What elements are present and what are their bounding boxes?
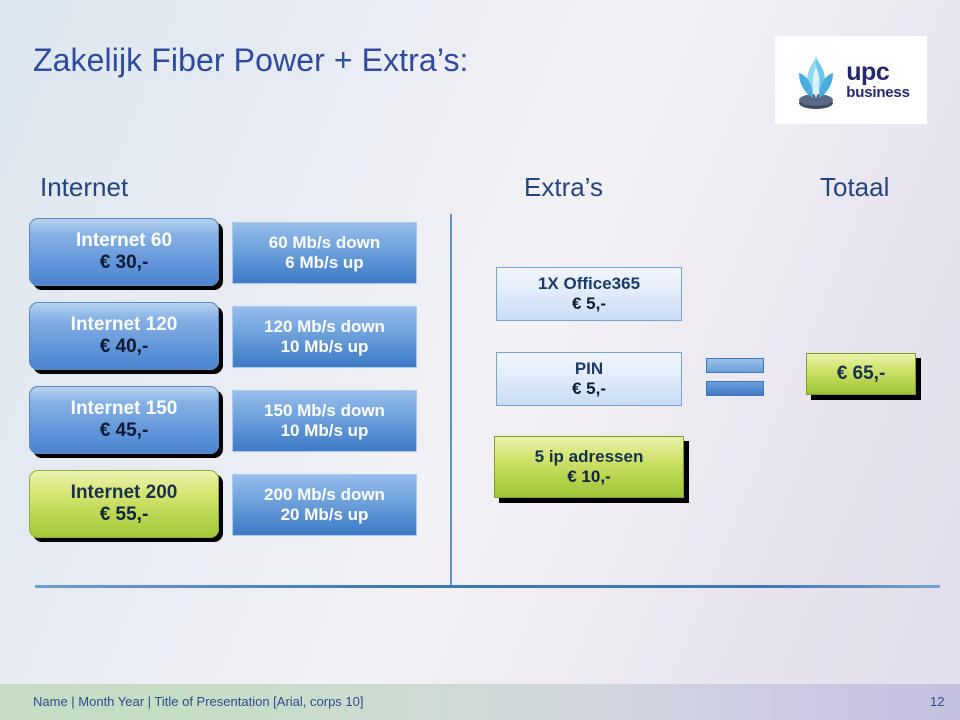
extra-name: 5 ip adressen [534, 446, 644, 466]
lotus-flower-icon [799, 55, 834, 109]
plan-price: € 45,- [99, 420, 149, 441]
extra-box-ip-adressen[interactable]: 5 ip adressen € 10,- [494, 436, 684, 498]
speed-up: 6 Mb/s up [285, 253, 364, 272]
logo-brand: upc [846, 57, 890, 86]
equals-bar-top [706, 358, 764, 373]
extra-price: € 5,- [571, 294, 607, 313]
total-amount-box[interactable]: € 65,- [806, 353, 916, 395]
page-title: Zakelijk Fiber Power + Extra’s: [33, 42, 469, 78]
speed-up: 10 Mb/s up [280, 337, 369, 356]
speed-down: 60 Mb/s down [268, 232, 381, 252]
plan-price: € 55,- [99, 504, 149, 525]
plan-name: Internet 120 [70, 313, 178, 335]
speed-down: 120 Mb/s down [264, 316, 385, 336]
speed-box-internet-60: 60 Mb/s down 6 Mb/s up [232, 222, 417, 284]
speed-down: 150 Mb/s down [264, 400, 385, 420]
equals-bar-bottom [706, 381, 764, 396]
logo-subbrand: business [846, 84, 910, 102]
extra-box-office365[interactable]: 1X Office365 € 5,- [496, 267, 682, 321]
plan-box-internet-200[interactable]: Internet 200 € 55,- [29, 470, 219, 538]
column-header-totaal: Totaal [820, 172, 890, 202]
plan-price: € 30,- [99, 252, 149, 273]
horizontal-divider [35, 585, 940, 588]
total-amount: € 65,- [836, 362, 886, 384]
logo-wordmark: upc business [846, 57, 910, 102]
plan-price: € 40,- [99, 336, 149, 357]
equals-sign-icon [706, 358, 764, 398]
plan-box-internet-120[interactable]: Internet 120 € 40,- [29, 302, 219, 370]
plan-name: Internet 200 [70, 481, 178, 503]
extra-name: 1X Office365 [537, 273, 641, 293]
speed-up: 10 Mb/s up [280, 421, 369, 440]
speed-up: 20 Mb/s up [280, 505, 369, 524]
footer-text: Name | Month Year | Title of Presentatio… [33, 694, 364, 709]
speed-box-internet-150: 150 Mb/s down 10 Mb/s up [232, 390, 417, 452]
slide-canvas: Zakelijk Fiber Power + Extra’s: upc busi… [0, 0, 960, 720]
footer-page-number: 12 [930, 694, 945, 709]
plan-name: Internet 150 [70, 397, 178, 419]
extra-price: € 10,- [567, 467, 611, 486]
column-header-extras: Extra’s [524, 172, 603, 202]
upc-business-logo: upc business [775, 36, 927, 124]
speed-down: 200 Mb/s down [264, 484, 385, 504]
vertical-divider [450, 214, 452, 586]
plan-box-internet-60[interactable]: Internet 60 € 30,- [29, 218, 219, 286]
speed-box-internet-200: 200 Mb/s down 20 Mb/s up [232, 474, 417, 536]
extra-box-pin[interactable]: PIN € 5,- [496, 352, 682, 406]
plan-name: Internet 60 [75, 229, 173, 251]
plan-box-internet-150[interactable]: Internet 150 € 45,- [29, 386, 219, 454]
column-header-internet: Internet [40, 172, 129, 202]
extra-name: PIN [574, 358, 604, 378]
extra-price: € 5,- [571, 379, 607, 398]
speed-box-internet-120: 120 Mb/s down 10 Mb/s up [232, 306, 417, 368]
